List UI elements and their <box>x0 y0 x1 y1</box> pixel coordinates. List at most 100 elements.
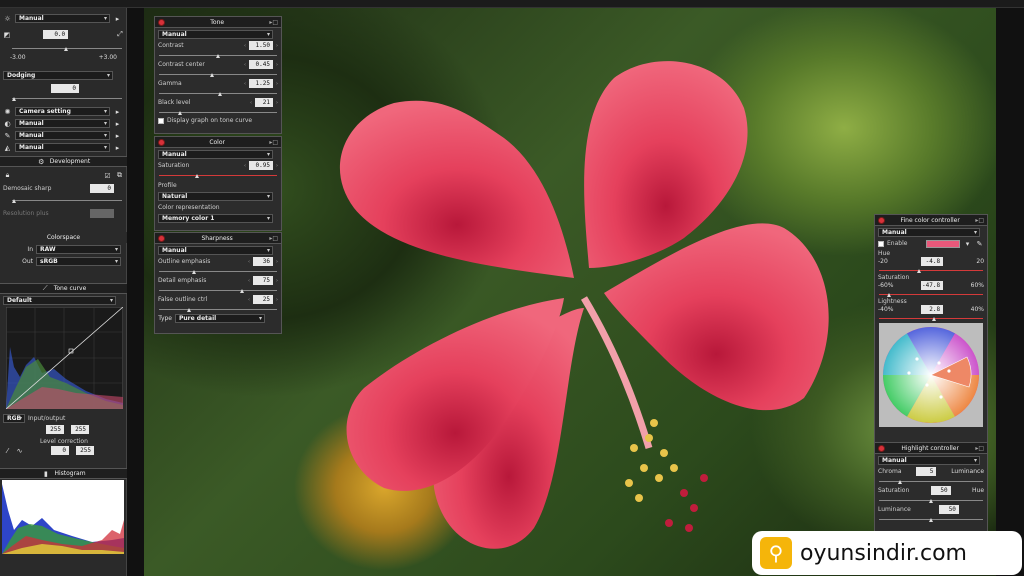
enable-checkbox[interactable] <box>878 240 884 247</box>
color-mode-select[interactable]: Manual <box>158 149 273 159</box>
tone-panel: Tone ▸□ Manual Contrast‹1.50› Contrast c… <box>154 16 282 134</box>
chroma-slider[interactable] <box>879 477 983 484</box>
false-outline-slider[interactable] <box>159 305 277 312</box>
chevron-right-icon[interactable]: ▸ <box>113 119 122 128</box>
paste-icon[interactable]: ⧉ <box>115 171 124 180</box>
black-level-value[interactable]: 21 <box>255 98 273 107</box>
chevron-down-icon[interactable]: ▾ <box>963 239 972 248</box>
detail-value[interactable]: 75 <box>253 276 273 285</box>
false-outline-value[interactable]: 25 <box>253 295 273 304</box>
camera-setting-select[interactable]: Camera setting <box>15 107 110 116</box>
io-in-value[interactable]: 255 <box>46 425 64 434</box>
outline-slider[interactable] <box>159 267 277 274</box>
type-select[interactable]: Pure detail <box>175 314 265 323</box>
fine-color-header: Fine color controller ▸□ <box>875 215 987 226</box>
color-panel-header: Color ▸□ <box>155 137 281 148</box>
panel-menu-icon[interactable]: ▸□ <box>269 139 278 146</box>
left-panel: ☼ Manual ▸ ◩ 0.0 ⤢ -3.00 +3.00 Dodging 0… <box>0 8 127 576</box>
hue-label: Hue <box>878 249 891 257</box>
lightness-slider[interactable] <box>879 314 983 321</box>
dodging-select[interactable]: Dodging <box>3 71 113 80</box>
sharpness-title: Sharpness <box>201 234 233 242</box>
outline-value[interactable]: 36 <box>253 257 273 266</box>
close-icon[interactable] <box>158 138 165 146</box>
lock-icon[interactable]: 🔒︎ <box>3 171 12 180</box>
gamma-value[interactable]: 1.25 <box>249 79 273 88</box>
in-select[interactable]: RAW <box>36 245 121 254</box>
chevron-right-icon[interactable]: ▸ <box>113 107 122 116</box>
curve-icon: ⟋ <box>42 284 48 292</box>
expand-icon[interactable]: ⤢ <box>116 30 124 39</box>
color-title: Color <box>209 138 225 146</box>
io-out-value[interactable]: 255 <box>71 425 89 434</box>
contrast-center-value[interactable]: 0.45 <box>249 60 273 69</box>
fine-saturation-slider[interactable] <box>879 290 983 297</box>
graph-checkbox[interactable] <box>158 117 164 124</box>
tone-mode-select[interactable]: Manual <box>158 29 273 39</box>
close-icon[interactable] <box>878 444 885 452</box>
smooth-curve-icon[interactable]: ∿ <box>15 446 24 455</box>
chroma-label: Chroma <box>878 468 902 475</box>
level-low-value[interactable]: 0 <box>51 446 69 455</box>
out-select[interactable]: sRGB <box>36 257 121 266</box>
dropper-icon[interactable]: ✎ <box>975 239 984 248</box>
panel-menu-icon[interactable]: ▸□ <box>975 445 984 452</box>
dodging-slider[interactable] <box>12 94 122 101</box>
black-level-slider[interactable] <box>159 108 277 115</box>
saturation-slider[interactable] <box>159 171 277 178</box>
color-mode-select[interactable]: Manual <box>15 131 110 140</box>
fine-saturation-value[interactable]: -47.8 <box>921 281 944 290</box>
chevron-right-icon[interactable]: ▸ <box>113 143 122 152</box>
representation-label: Color representation <box>158 204 220 211</box>
contrast-slider[interactable] <box>159 51 277 58</box>
detail-slider[interactable] <box>159 286 277 293</box>
hl-saturation-slider[interactable] <box>879 496 983 503</box>
chevron-right-icon[interactable]: ▸ <box>113 14 122 23</box>
saturation-min: -60% <box>878 282 894 289</box>
demosaic-value[interactable]: 0 <box>90 184 114 193</box>
panel-menu-icon[interactable]: ▸□ <box>269 19 278 26</box>
sharpness-mode-select[interactable]: Manual <box>158 245 273 255</box>
panel-menu-icon[interactable]: ▸□ <box>269 235 278 242</box>
contrast-center-slider[interactable] <box>159 70 277 77</box>
channel-select[interactable]: RGB <box>3 414 25 423</box>
sharpness-icon: ◭ <box>4 143 11 152</box>
histogram-graph <box>2 480 124 554</box>
panel-menu-icon[interactable]: ▸□ <box>975 217 984 224</box>
profile-select[interactable]: Natural <box>158 192 273 201</box>
gamma-slider[interactable] <box>159 89 277 96</box>
contrast-value[interactable]: 1.50 <box>249 41 273 50</box>
tone-curve-graph[interactable] <box>6 307 123 409</box>
level-high-value[interactable]: 255 <box>76 446 94 455</box>
color-swatch[interactable] <box>926 239 960 248</box>
chevron-right-icon[interactable]: ▸ <box>113 131 122 140</box>
hl-luminance-value[interactable]: 50 <box>938 505 959 514</box>
representation-select[interactable]: Memory color 1 <box>158 214 273 223</box>
hl-saturation-value[interactable]: 50 <box>930 486 951 495</box>
histogram-header: ▮ Histogram <box>0 468 127 479</box>
lightness-value[interactable]: 2.8 <box>921 305 944 314</box>
sharpness-mode-select[interactable]: Manual <box>15 143 110 152</box>
contrast-mode-select[interactable]: Manual <box>15 119 110 128</box>
chroma-value[interactable]: 5 <box>916 467 937 476</box>
close-icon[interactable] <box>878 216 885 224</box>
close-icon[interactable] <box>158 18 165 26</box>
camera-setting-row: ✺ Camera setting ▸ <box>0 106 127 117</box>
hl-luminance-slider[interactable] <box>879 515 983 522</box>
dodging-value[interactable]: 0 <box>51 84 79 93</box>
line-curve-icon[interactable]: ⁄ <box>3 446 12 455</box>
highlight-mode-select[interactable]: Manual <box>878 455 980 465</box>
exposure-value[interactable]: 0.0 <box>42 30 69 39</box>
hue-value[interactable]: -4.8 <box>921 257 944 266</box>
top-toolbar <box>0 0 1024 8</box>
hue-slider[interactable] <box>879 266 983 273</box>
copy-icon[interactable]: ☑ <box>103 171 112 180</box>
fine-mode-select[interactable]: Manual <box>878 227 980 237</box>
close-icon[interactable] <box>158 234 165 242</box>
saturation-value[interactable]: 0.95 <box>249 161 273 170</box>
tone-curve-mode-select[interactable]: Default <box>3 296 116 305</box>
color-wheel[interactable] <box>879 323 983 427</box>
exposure-mode-select[interactable]: Manual <box>15 14 110 23</box>
exposure-slider[interactable] <box>12 44 122 51</box>
demosaic-slider[interactable] <box>12 196 122 203</box>
